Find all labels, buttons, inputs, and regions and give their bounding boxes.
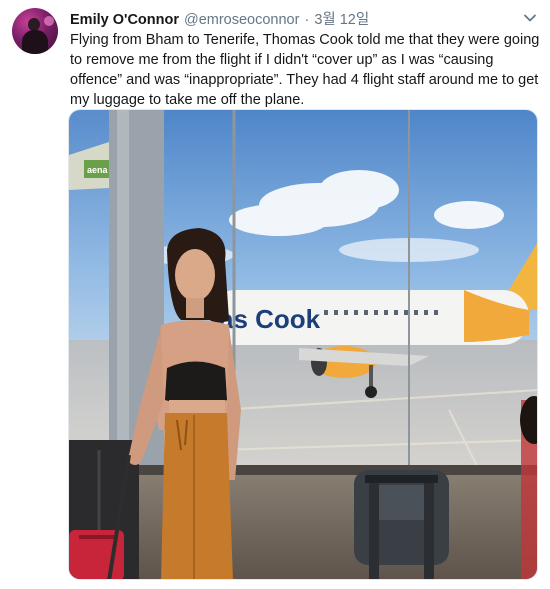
user-handle[interactable]: @emroseoconnor <box>184 12 299 28</box>
luggage-right <box>354 470 449 579</box>
display-name[interactable]: Emily O'Connor <box>70 12 179 28</box>
chevron-down-icon[interactable] <box>522 10 538 26</box>
tweet-date[interactable]: 3월 12일 <box>314 8 369 29</box>
avatar-light <box>44 16 54 26</box>
avatar[interactable] <box>12 8 58 54</box>
floor <box>69 470 537 579</box>
photo-scene: as Cook aena <box>69 110 537 579</box>
tweet-photo[interactable]: as Cook aena <box>68 109 538 580</box>
tweet-card[interactable]: Emily O'Connor @emroseoconnor · 3월 12일 F… <box>0 0 550 589</box>
avatar-body <box>22 30 48 54</box>
tweet-text: Flying from Bham to Tenerife, Thomas Coo… <box>70 32 540 108</box>
header-separator: · <box>304 12 310 28</box>
sign-text: aena <box>87 165 109 175</box>
tweet-header: Emily O'Connor @emroseoconnor · 3월 12일 <box>70 8 369 29</box>
